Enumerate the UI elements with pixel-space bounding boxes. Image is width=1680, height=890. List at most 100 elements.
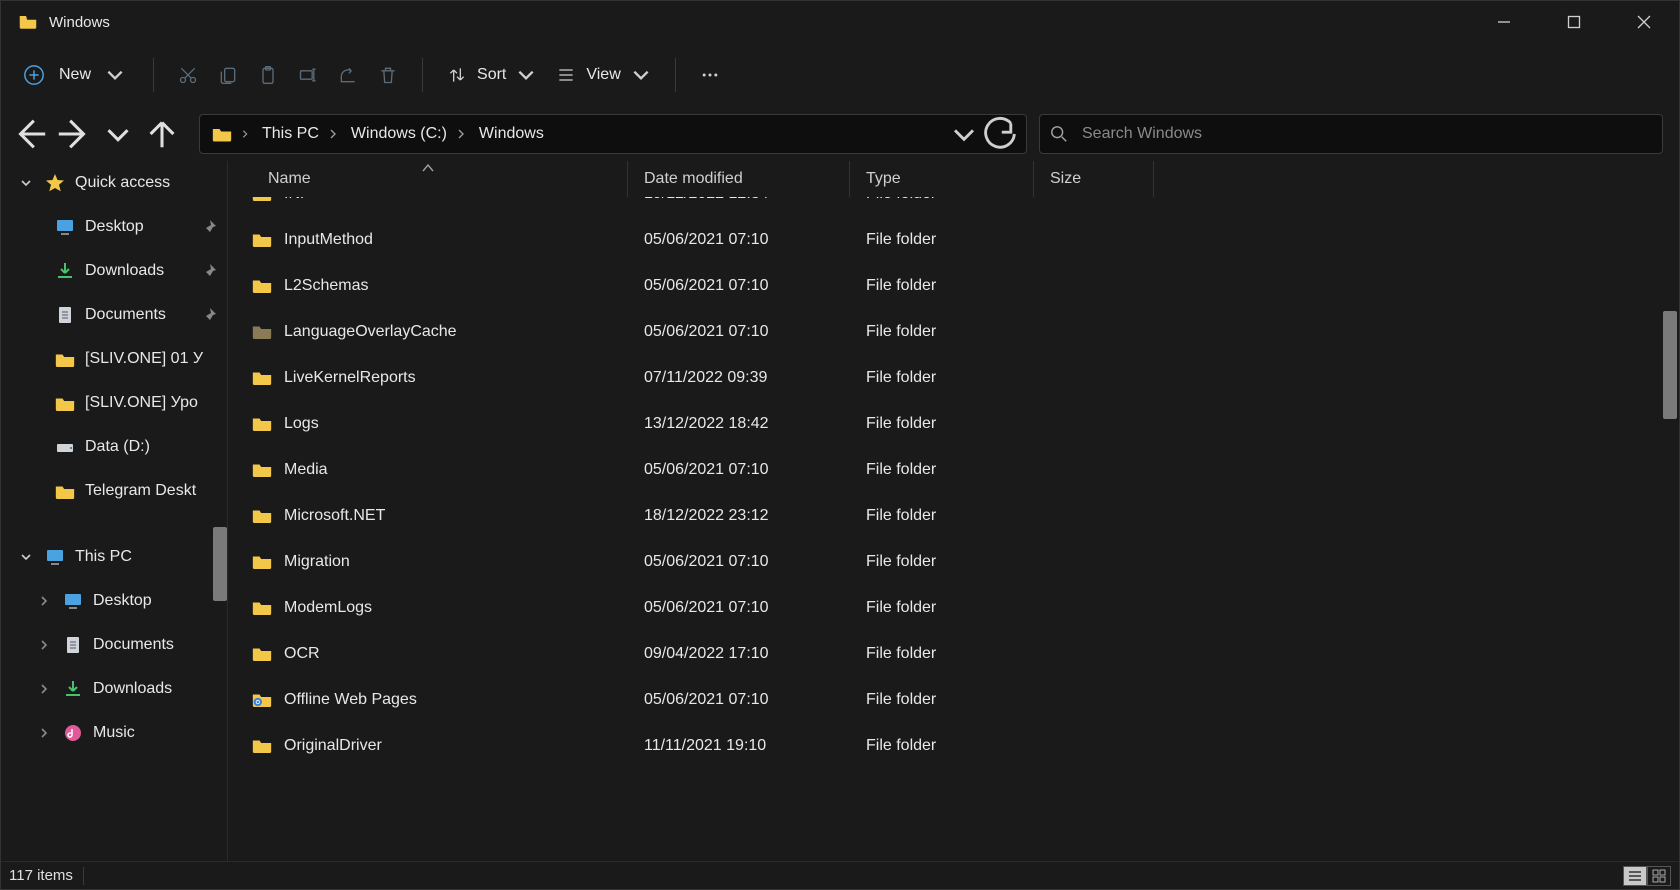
chevron-right-icon[interactable] — [35, 683, 53, 695]
tree-quick-access[interactable]: Quick access — [1, 161, 227, 205]
sort-button[interactable]: Sort — [437, 55, 546, 95]
chevron-right-icon[interactable] — [35, 727, 53, 739]
title-bar: Windows — [1, 1, 1679, 43]
tree-this-pc[interactable]: This PC — [1, 535, 227, 579]
sidebar-item[interactable]: Downloads — [1, 249, 227, 293]
file-row[interactable]: LanguageOverlayCache05/06/2021 07:10File… — [228, 309, 1679, 355]
folder-icon — [55, 393, 75, 413]
maximize-button[interactable] — [1539, 1, 1609, 43]
chevron-down-icon[interactable] — [17, 551, 35, 563]
body-split: Quick access DesktopDownloadsDocuments[S… — [1, 161, 1679, 861]
breadcrumb-drive-c[interactable]: Windows (C:) — [345, 115, 473, 153]
view-details-button[interactable] — [1623, 866, 1647, 886]
file-explorer-window: Windows New Sort — [0, 0, 1680, 890]
file-row[interactable]: L2Schemas05/06/2021 07:10File folder — [228, 263, 1679, 309]
delete-button[interactable] — [368, 55, 408, 95]
file-row[interactable]: Migration05/06/2021 07:10File folder — [228, 539, 1679, 585]
file-date: 05/06/2021 07:10 — [628, 553, 850, 571]
close-button[interactable] — [1609, 1, 1679, 43]
file-row[interactable]: ModemLogs05/06/2021 07:10File folder — [228, 585, 1679, 631]
file-row[interactable]: Media05/06/2021 07:10File folder — [228, 447, 1679, 493]
download-icon — [55, 261, 75, 281]
file-row[interactable]: Logs13/12/2022 18:42File folder — [228, 401, 1679, 447]
sidebar-item[interactable]: Music — [1, 711, 227, 755]
file-row[interactable]: OCR09/04/2022 17:10File folder — [228, 631, 1679, 677]
search-input[interactable] — [1082, 125, 1652, 143]
share-button[interactable] — [328, 55, 368, 95]
paste-button[interactable] — [248, 55, 288, 95]
file-type: File folder — [850, 197, 1034, 203]
sidebar-item[interactable]: Desktop — [1, 205, 227, 249]
file-type: File folder — [850, 645, 1034, 663]
view-button[interactable]: View — [546, 55, 660, 95]
chevron-right-icon[interactable] — [35, 595, 53, 607]
column-name[interactable]: Name — [228, 161, 628, 197]
more-button[interactable] — [690, 55, 730, 95]
breadcrumb-this-pc[interactable]: This PC — [256, 115, 345, 153]
sidebar-item-label: [SLIV.ONE] 01 У — [85, 350, 227, 368]
arrow-up-icon — [143, 115, 181, 153]
history-button[interactable] — [99, 116, 137, 152]
file-name: ModemLogs — [284, 599, 372, 617]
chevron-right-icon[interactable] — [35, 639, 53, 651]
address-history-button[interactable] — [946, 116, 982, 152]
sidebar-item[interactable]: Desktop — [1, 579, 227, 623]
minimize-button[interactable] — [1469, 1, 1539, 43]
file-row[interactable]: Microsoft.NET18/12/2022 23:12File folder — [228, 493, 1679, 539]
file-name: InputMethod — [284, 231, 373, 249]
sidebar-item[interactable]: Data (D:) — [1, 425, 227, 469]
folder-icon — [55, 349, 75, 369]
chevron-down-icon[interactable] — [17, 177, 35, 189]
file-row[interactable]: LiveKernelReports07/11/2022 09:39File fo… — [228, 355, 1679, 401]
rename-button[interactable] — [288, 55, 328, 95]
breadcrumb-label: Windows (C:) — [351, 125, 447, 143]
folder-icon — [252, 416, 272, 432]
up-button[interactable] — [143, 116, 181, 152]
file-name: INF — [284, 197, 310, 203]
file-row[interactable]: INF19/12/2022 12:34File folder — [228, 197, 1679, 217]
address-bar[interactable]: This PC Windows (C:) Windows — [199, 114, 1027, 154]
forward-button[interactable] — [55, 116, 93, 152]
copy-button[interactable] — [208, 55, 248, 95]
sidebar-item-label: Music — [93, 724, 227, 742]
file-date: 05/06/2021 07:10 — [628, 461, 850, 479]
new-button[interactable]: New — [9, 55, 139, 95]
cut-button[interactable] — [168, 55, 208, 95]
column-label: Name — [268, 170, 311, 188]
file-type: File folder — [850, 231, 1034, 249]
chevron-right-icon — [327, 128, 339, 140]
sidebar-item[interactable]: Downloads — [1, 667, 227, 711]
file-row[interactable]: Offline Web Pages05/06/2021 07:10File fo… — [228, 677, 1679, 723]
view-icons-button[interactable] — [1647, 866, 1671, 886]
file-row[interactable]: OriginalDriver11/11/2021 19:10File folde… — [228, 723, 1679, 769]
file-row[interactable]: InputMethod05/06/2021 07:10File folder — [228, 217, 1679, 263]
sidebar-item[interactable]: Telegram Deskt — [1, 469, 227, 513]
back-button[interactable] — [11, 116, 49, 152]
tree-scrollbar-thumb[interactable] — [213, 527, 227, 601]
sidebar-item[interactable]: [SLIV.ONE] Уро — [1, 381, 227, 425]
sidebar-item[interactable]: Documents — [1, 623, 227, 667]
column-size[interactable]: Size — [1034, 161, 1154, 197]
file-scrollbar-thumb[interactable] — [1663, 311, 1677, 419]
folder-icon — [252, 646, 272, 662]
breadcrumb-current[interactable]: Windows — [473, 115, 550, 153]
column-label: Size — [1050, 170, 1081, 188]
chevron-right-icon — [455, 128, 467, 140]
folder-icon — [252, 370, 272, 386]
file-date: 13/12/2022 18:42 — [628, 415, 850, 433]
column-date[interactable]: Date modified — [628, 161, 850, 197]
sidebar-item-label: [SLIV.ONE] Уро — [85, 394, 227, 412]
search-icon — [1050, 125, 1068, 143]
sidebar-item[interactable]: [SLIV.ONE] 01 У — [1, 337, 227, 381]
file-date: 11/11/2021 19:10 — [628, 737, 850, 755]
column-type[interactable]: Type — [850, 161, 1034, 197]
refresh-button[interactable] — [982, 116, 1018, 152]
star-icon — [45, 173, 65, 193]
sort-indicator-up-icon — [422, 161, 434, 177]
sidebar-item-label: Desktop — [93, 592, 227, 610]
file-date: 07/11/2022 09:39 — [628, 369, 850, 387]
download-icon — [63, 679, 83, 699]
sidebar-item[interactable]: Documents — [1, 293, 227, 337]
search-box[interactable] — [1039, 114, 1663, 154]
file-name: LiveKernelReports — [284, 369, 416, 387]
